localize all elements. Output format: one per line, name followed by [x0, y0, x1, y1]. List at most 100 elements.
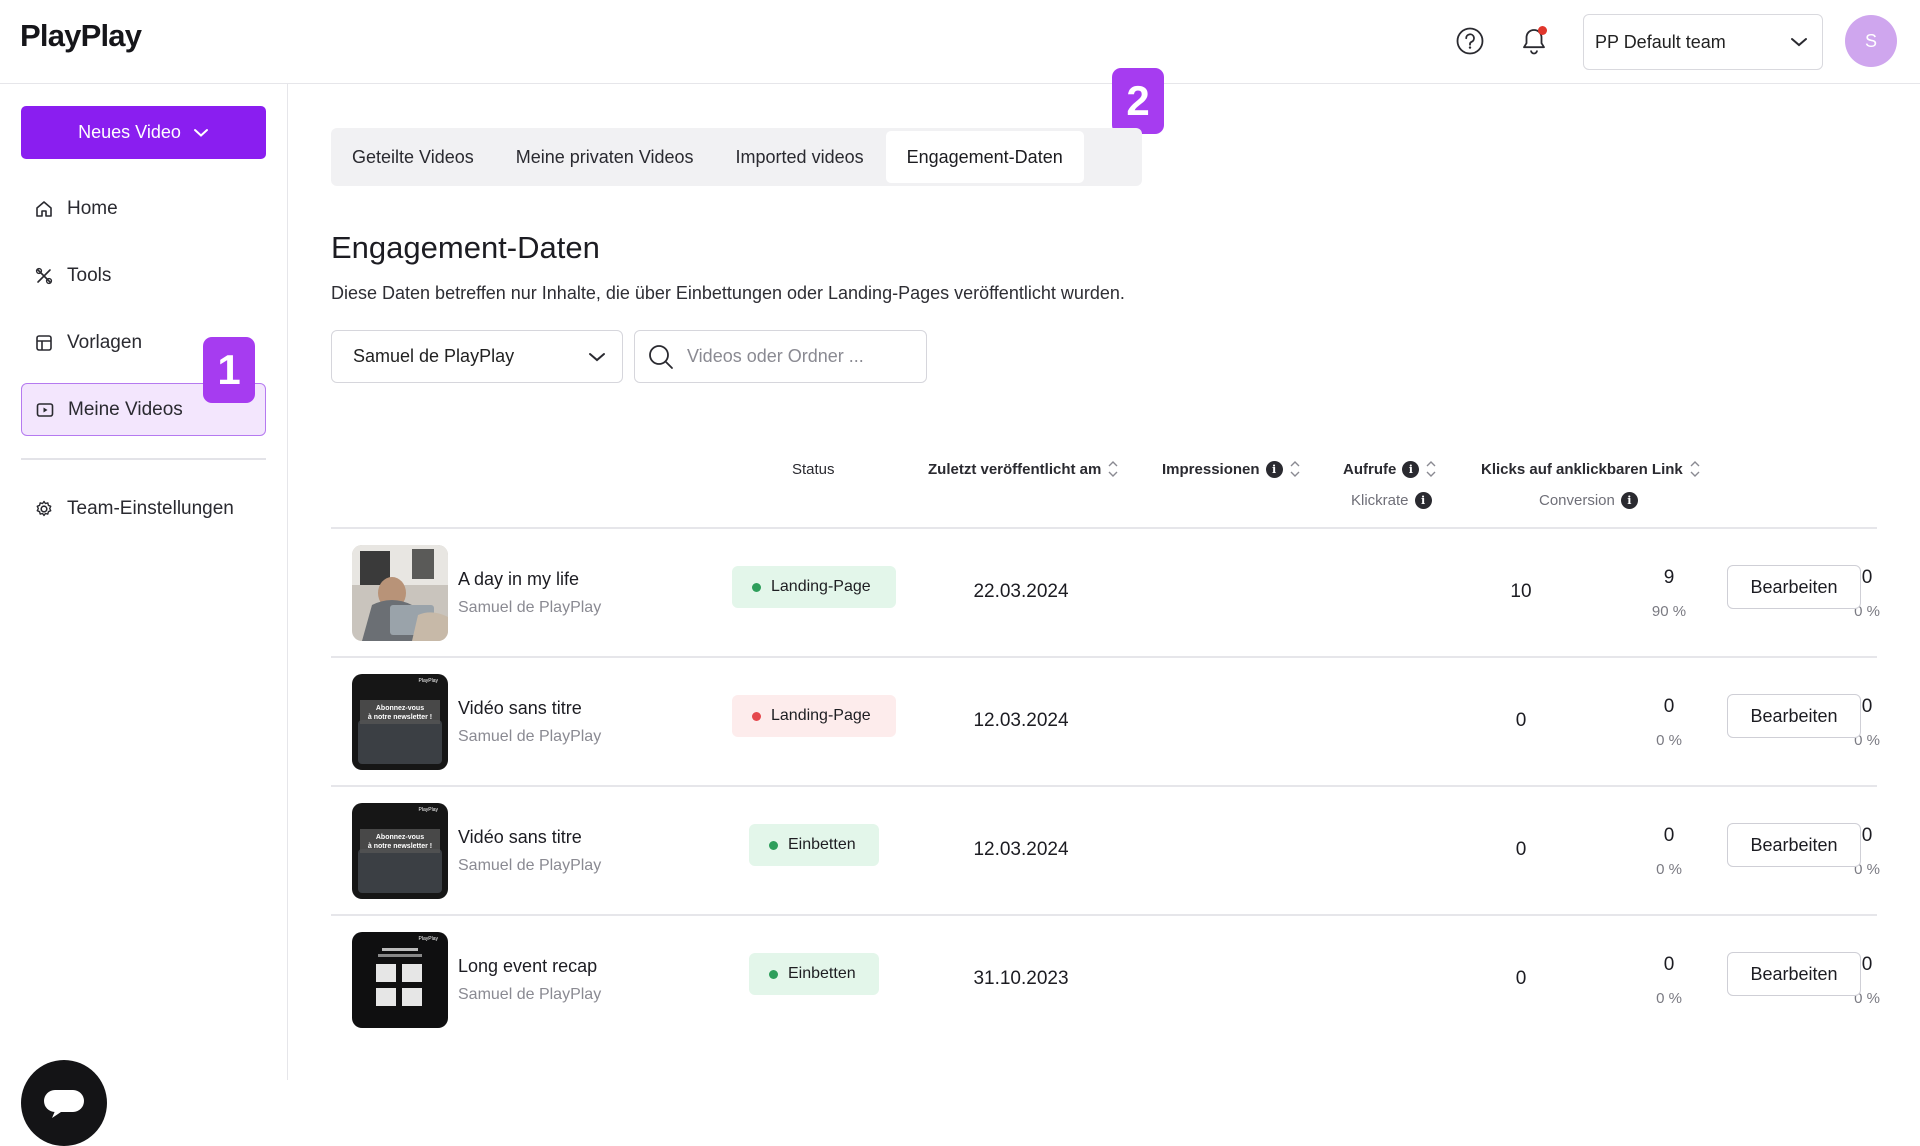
- column-subheader-label: Conversion: [1539, 492, 1615, 509]
- table-row[interactable]: PlayPlay Long event recap Samuel de Play…: [331, 916, 1880, 1045]
- video-thumbnail[interactable]: PlayPlay: [352, 932, 448, 1028]
- sort-icon[interactable]: [1107, 460, 1119, 478]
- sort-icon[interactable]: [1289, 460, 1301, 478]
- playplay-logo[interactable]: PlayPlay: [20, 18, 142, 54]
- sort-icon[interactable]: [1425, 460, 1437, 478]
- status-label: Landing-Page: [771, 707, 871, 724]
- table-row[interactable]: A day in my life Samuel de PlayPlay Land…: [331, 529, 1880, 658]
- info-icon[interactable]: i: [1620, 492, 1638, 509]
- tab-shared-videos[interactable]: Geteilte Videos: [331, 131, 495, 183]
- video-thumbnail[interactable]: Abonnez-vous à notre newsletter ! PlayPl…: [352, 674, 448, 770]
- column-subheader-conversion: Conversion i: [1539, 492, 1638, 509]
- svg-text:PlayPlay: PlayPlay: [419, 678, 439, 684]
- sidebar-divider: [21, 458, 266, 460]
- column-header-label: Zuletzt veröffentlicht am: [928, 460, 1102, 478]
- column-header-clicks[interactable]: Klicks auf anklickbaren Link: [1481, 460, 1701, 478]
- impressions-value: 0: [1515, 839, 1527, 860]
- click-rate-value: 0 %: [1656, 990, 1682, 1007]
- column-header-views[interactable]: Aufrufe i: [1343, 460, 1437, 478]
- templates-icon: [34, 333, 54, 353]
- status-label: Einbetten: [788, 836, 856, 853]
- tools-icon: [34, 266, 54, 286]
- search-icon: [647, 343, 675, 371]
- published-date: 12.03.2024: [973, 710, 1069, 731]
- table-row[interactable]: Abonnez-vous à notre newsletter ! PlayPl…: [331, 787, 1880, 916]
- video-title[interactable]: Vidéo sans titre: [458, 827, 582, 848]
- edit-button[interactable]: Bearbeiten: [1727, 823, 1861, 867]
- team-select-value: PP Default team: [1595, 31, 1726, 52]
- chevron-down-icon: [588, 351, 606, 363]
- table-row[interactable]: Abonnez-vous à notre newsletter ! PlayPl…: [331, 658, 1880, 787]
- column-subheader-label: Klickrate: [1351, 492, 1409, 509]
- column-header-published[interactable]: Zuletzt veröffentlicht am: [928, 460, 1119, 478]
- sidebar-item-home[interactable]: Home: [21, 182, 266, 235]
- status-label: Landing-Page: [771, 578, 871, 595]
- sidebar-item-tools[interactable]: Tools: [21, 249, 266, 302]
- tab-engagement-data[interactable]: Engagement-Daten: [885, 131, 1084, 183]
- impressions-value: 10: [1510, 581, 1532, 602]
- video-title[interactable]: Long event recap: [458, 956, 597, 977]
- tab-imported-videos[interactable]: Imported videos: [715, 131, 885, 183]
- info-icon[interactable]: i: [1265, 460, 1283, 478]
- team-select[interactable]: PP Default team: [1583, 14, 1823, 70]
- views-value: 0: [1663, 696, 1675, 717]
- sidebar-item-team-settings[interactable]: Team-Einstellungen: [21, 482, 266, 535]
- column-header-status: Status: [792, 461, 835, 478]
- video-thumbnail[interactable]: [352, 545, 448, 641]
- video-owner: Samuel de PlayPlay: [458, 857, 602, 874]
- status-dot: [752, 582, 761, 592]
- edit-button[interactable]: Bearbeiten: [1727, 694, 1861, 738]
- edit-button[interactable]: Bearbeiten: [1727, 952, 1861, 996]
- tab-private-videos[interactable]: Meine privaten Videos: [495, 131, 715, 183]
- video-owner: Samuel de PlayPlay: [458, 986, 602, 1003]
- new-video-button[interactable]: Neues Video: [21, 106, 266, 159]
- status-dot: [769, 840, 778, 850]
- chat-support-button[interactable]: [21, 1060, 107, 1146]
- views-value: 0: [1663, 954, 1675, 975]
- video-tabs: Geteilte Videos Meine privaten Videos Im…: [331, 128, 1142, 186]
- info-icon[interactable]: i: [1414, 492, 1432, 509]
- svg-text:Abonnez-vous: Abonnez-vous: [376, 705, 424, 712]
- search-box: [634, 330, 927, 383]
- published-date: 31.10.2023: [973, 968, 1069, 989]
- video-owner: Samuel de PlayPlay: [458, 728, 602, 745]
- sidebar-item-label: Home: [67, 197, 118, 219]
- svg-text:PlayPlay: PlayPlay: [419, 936, 439, 942]
- views-value: 9: [1663, 567, 1675, 588]
- column-header-impressions[interactable]: Impressionen i: [1162, 460, 1301, 478]
- video-title[interactable]: Vidéo sans titre: [458, 698, 582, 719]
- svg-text:PlayPlay: PlayPlay: [419, 807, 439, 813]
- status-badge: Einbetten: [749, 953, 879, 995]
- notification-bell-icon[interactable]: [1517, 24, 1551, 58]
- sidebar: Neues Video Home Tools Vorlagen Meine Vi…: [0, 84, 288, 1146]
- sidebar-item-label: Tools: [67, 264, 112, 286]
- home-icon: [34, 199, 54, 219]
- svg-text:à notre newsletter !: à notre newsletter !: [368, 843, 432, 850]
- video-icon: [35, 400, 55, 420]
- click-rate-value: 0 %: [1656, 861, 1682, 878]
- impressions-value: 0: [1515, 710, 1527, 731]
- column-header-label: Impressionen: [1162, 460, 1260, 478]
- page-subtitle: Diese Daten betreffen nur Inhalte, die ü…: [331, 283, 1125, 303]
- sort-icon[interactable]: [1689, 460, 1701, 478]
- status-badge: Einbetten: [749, 824, 879, 866]
- views-value: 0: [1663, 825, 1675, 846]
- column-header-label: Aufrufe: [1343, 460, 1397, 478]
- sidebar-item-label: Team-Einstellungen: [67, 497, 234, 519]
- new-video-label: Neues Video: [78, 122, 181, 142]
- video-title[interactable]: A day in my life: [458, 569, 579, 590]
- chevron-down-icon: [193, 128, 209, 138]
- info-icon[interactable]: i: [1402, 460, 1420, 478]
- help-icon[interactable]: [1453, 24, 1487, 58]
- status-badge: Landing-Page: [732, 695, 896, 737]
- user-avatar[interactable]: S: [1845, 15, 1897, 67]
- status-dot: [752, 711, 761, 721]
- sidebar-item-label: Meine Videos: [68, 398, 183, 420]
- column-header-label: Klicks auf anklickbaren Link: [1481, 460, 1683, 478]
- video-thumbnail[interactable]: Abonnez-vous à notre newsletter ! PlayPl…: [352, 803, 448, 899]
- video-owner: Samuel de PlayPlay: [458, 599, 602, 616]
- click-rate-value: 0 %: [1656, 732, 1682, 749]
- owner-filter-select[interactable]: Samuel de PlayPlay: [331, 330, 623, 383]
- edit-button[interactable]: Bearbeiten: [1727, 565, 1861, 609]
- search-input[interactable]: [687, 346, 907, 367]
